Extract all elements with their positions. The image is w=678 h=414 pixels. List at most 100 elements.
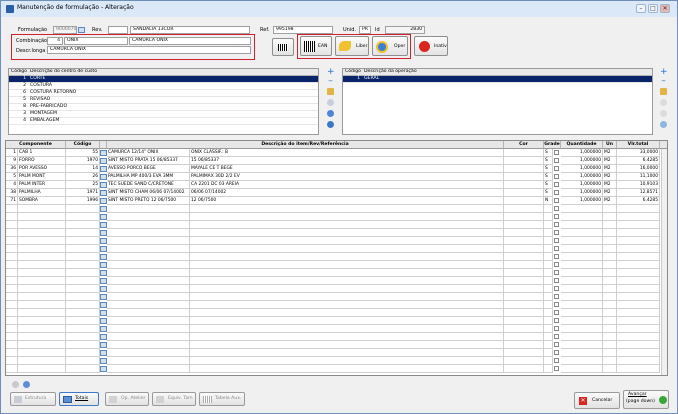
desc-longa-input[interactable]: CAMURCA ONIX bbox=[47, 46, 251, 54]
item-vlr-total[interactable] bbox=[617, 229, 660, 237]
item-grade[interactable] bbox=[544, 277, 553, 285]
item-grade[interactable] bbox=[544, 365, 553, 373]
item-quantidade[interactable] bbox=[561, 221, 603, 229]
item-quantidade[interactable] bbox=[561, 261, 603, 269]
item-lookup-icon[interactable] bbox=[100, 158, 107, 164]
item-quantidade[interactable]: 1,000000 bbox=[561, 173, 603, 181]
grade-checkbox[interactable] bbox=[554, 190, 559, 195]
item-grade[interactable] bbox=[544, 253, 553, 261]
item-vlr-total[interactable]: 6,4285 bbox=[617, 157, 660, 165]
item-componente[interactable] bbox=[18, 349, 66, 357]
item-cor[interactable] bbox=[504, 165, 544, 173]
item-lookup-icon[interactable] bbox=[100, 214, 107, 220]
item-descricao[interactable]: SINT MISTO PRATA 15 06/85337 bbox=[107, 157, 190, 165]
item-un[interactable]: M2 bbox=[603, 157, 617, 165]
item-lookup-icon[interactable] bbox=[100, 174, 107, 180]
item-codigo[interactable] bbox=[66, 277, 100, 285]
item-lookup-icon[interactable] bbox=[100, 294, 107, 300]
move-down-icon[interactable] bbox=[327, 110, 334, 117]
tabela-aux-button[interactable]: Tabela Aux. bbox=[199, 392, 245, 406]
item-lookup-icon[interactable] bbox=[100, 334, 107, 340]
item-seq[interactable] bbox=[6, 253, 18, 261]
item-componente[interactable]: PALMILHA bbox=[18, 189, 66, 197]
item-un[interactable] bbox=[603, 269, 617, 277]
item-seq[interactable] bbox=[6, 205, 18, 213]
item-vlr-total[interactable]: 11,1000 bbox=[617, 173, 660, 181]
item-componente[interactable] bbox=[18, 333, 66, 341]
item-componente[interactable]: SOMBRA bbox=[18, 197, 66, 205]
grade-checkbox[interactable] bbox=[554, 350, 559, 355]
item-seq[interactable]: 38 bbox=[6, 189, 18, 197]
item-codigo[interactable]: 1970 bbox=[66, 157, 100, 165]
combination-name-input[interactable]: ONIX bbox=[64, 37, 128, 45]
next-icon[interactable] bbox=[23, 381, 30, 388]
item-descricao[interactable] bbox=[107, 341, 190, 349]
item-un[interactable] bbox=[603, 309, 617, 317]
item-descricao[interactable] bbox=[107, 277, 190, 285]
item-descricao[interactable] bbox=[107, 317, 190, 325]
item-un[interactable] bbox=[603, 253, 617, 261]
grade-checkbox[interactable] bbox=[554, 318, 559, 323]
item-seq[interactable]: 9 bbox=[6, 157, 18, 165]
item-lookup-icon[interactable] bbox=[100, 278, 107, 284]
item-cor[interactable] bbox=[504, 325, 544, 333]
item-vlr-total[interactable] bbox=[617, 253, 660, 261]
item-quantidade[interactable] bbox=[561, 277, 603, 285]
move-up-icon[interactable] bbox=[327, 99, 334, 106]
item-quantidade[interactable] bbox=[561, 245, 603, 253]
vertical-scrollbar[interactable] bbox=[661, 149, 667, 375]
item-un[interactable] bbox=[603, 325, 617, 333]
item-componente[interactable] bbox=[18, 309, 66, 317]
item-un[interactable] bbox=[603, 229, 617, 237]
item-componente[interactable] bbox=[18, 237, 66, 245]
item-grade[interactable] bbox=[544, 213, 553, 221]
item-vlr-total[interactable] bbox=[617, 221, 660, 229]
item-codigo[interactable] bbox=[66, 309, 100, 317]
item-cor[interactable] bbox=[504, 197, 544, 205]
remove-cost-center-icon[interactable]: – bbox=[327, 77, 334, 86]
cost-center-row[interactable]: 6 COSTURA RETORNO bbox=[9, 90, 318, 97]
item-descricao[interactable] bbox=[107, 349, 190, 357]
item-vlr-total[interactable] bbox=[617, 357, 660, 365]
item-lookup-icon[interactable] bbox=[100, 238, 107, 244]
item-codigo[interactable]: 14 bbox=[66, 165, 100, 173]
item-lookup-icon[interactable] bbox=[100, 230, 107, 236]
item-grade[interactable] bbox=[544, 357, 553, 365]
cost-center-row[interactable]: 8 PRE-FABRICADO bbox=[9, 104, 318, 111]
item-vlr-total[interactable] bbox=[617, 325, 660, 333]
item-codigo[interactable] bbox=[66, 221, 100, 229]
combination-color-field[interactable]: CAMURCA ONIX bbox=[129, 37, 251, 45]
grade-checkbox[interactable] bbox=[554, 270, 559, 275]
grade-checkbox[interactable] bbox=[554, 294, 559, 299]
item-un[interactable] bbox=[603, 357, 617, 365]
grade-checkbox[interactable] bbox=[554, 342, 559, 347]
item-grade[interactable] bbox=[544, 325, 553, 333]
item-cor[interactable] bbox=[504, 173, 544, 181]
item-descricao-ref[interactable]: 06/06 07/14002 bbox=[190, 189, 504, 197]
cost-center-row[interactable]: 1 CORTE bbox=[9, 76, 318, 83]
item-componente[interactable] bbox=[18, 221, 66, 229]
item-cor[interactable] bbox=[504, 357, 544, 365]
item-componente[interactable] bbox=[18, 229, 66, 237]
grade-checkbox[interactable] bbox=[554, 310, 559, 315]
item-lookup-icon[interactable] bbox=[100, 358, 107, 364]
item-lookup-icon[interactable] bbox=[100, 246, 107, 252]
grade-checkbox[interactable] bbox=[554, 198, 559, 203]
item-seq[interactable]: 36 bbox=[6, 165, 18, 173]
grade-checkbox[interactable] bbox=[554, 366, 559, 371]
item-descricao[interactable] bbox=[107, 261, 190, 269]
item-componente[interactable] bbox=[18, 325, 66, 333]
item-grade[interactable] bbox=[544, 261, 553, 269]
combination-code-input[interactable]: 4 bbox=[47, 37, 63, 45]
grade-checkbox[interactable] bbox=[554, 182, 559, 187]
item-descricao-ref[interactable]: ONIX CLASSIF.: B bbox=[190, 149, 504, 157]
item-vlr-total[interactable]: 12,8571 bbox=[617, 189, 660, 197]
item-quantidade[interactable] bbox=[561, 325, 603, 333]
item-cor[interactable] bbox=[504, 237, 544, 245]
item-codigo[interactable] bbox=[66, 317, 100, 325]
item-cor[interactable] bbox=[504, 181, 544, 189]
item-descricao-ref[interactable] bbox=[190, 205, 504, 213]
item-cor[interactable] bbox=[504, 157, 544, 165]
item-cor[interactable] bbox=[504, 333, 544, 341]
item-descricao[interactable]: SINT MISTO PRETO 12 06/7500 bbox=[107, 197, 190, 205]
